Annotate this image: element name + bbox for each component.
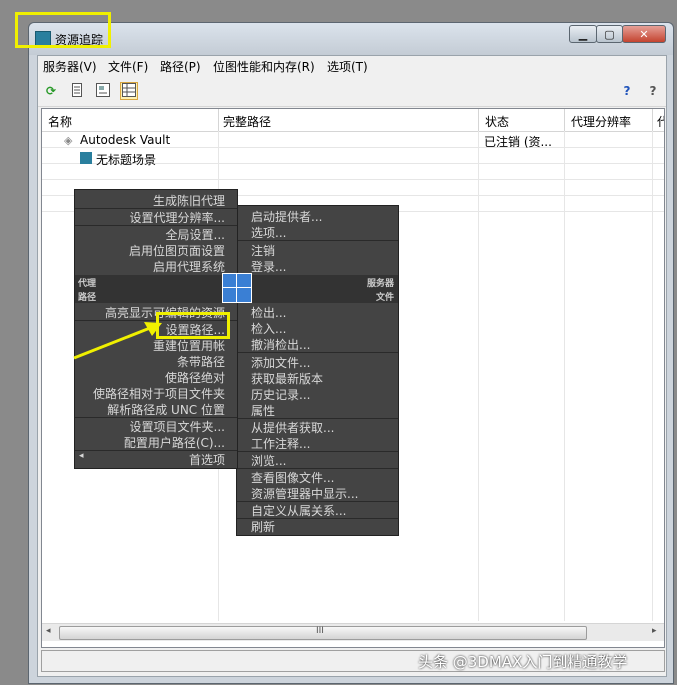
table-row[interactable]: 无标题场景 [80, 151, 664, 167]
menu-item-generate-stale-proxies[interactable]: 生成陈旧代理 [153, 192, 225, 209]
title-highlight-box [15, 12, 111, 48]
annotation-arrow-icon [73, 322, 162, 360]
scroll-grip: III [316, 626, 324, 636]
minimize-button[interactable]: ▁ [569, 25, 597, 43]
watermark: 头条 @3DMAX入门到精通教学 [418, 653, 628, 671]
menu-item-make-path-relative[interactable]: 使路径相对于项目文件夹 [93, 385, 225, 402]
menu-item-checkout[interactable]: 检出... [251, 304, 286, 321]
menu-item-get-from-provider[interactable]: 从提供者获取... [251, 419, 334, 436]
quad-menu-file: 启动提供者... 选项... 注销 登录... 服务器 文件 检出... 检入.… [236, 205, 399, 536]
menu-item-add-files[interactable]: 添加文件... [251, 354, 310, 371]
menu-item-work-comment[interactable]: 工作注释... [251, 435, 310, 452]
table-row[interactable]: ◈ Autodesk Vault 已注销 (资... [64, 133, 664, 149]
submenu-arrow-icon: ◂ [79, 451, 84, 461]
menu-item-make-path-absolute[interactable]: 使路径绝对 [165, 369, 225, 386]
close-button[interactable]: ✕ [622, 25, 666, 43]
column-name[interactable]: 名称 [48, 113, 72, 130]
grid-line [42, 179, 664, 180]
list-view-icon[interactable] [68, 82, 86, 100]
vault-icon: ◈ [64, 134, 73, 147]
scroll-thumb[interactable]: III [59, 626, 587, 640]
menu-item-launch-provider[interactable]: 启动提供者... [251, 208, 322, 225]
scroll-right-icon[interactable]: ▸ [652, 626, 657, 636]
column-proxy-resolution[interactable]: 代理分辨率 [571, 113, 631, 130]
column-divider[interactable] [478, 109, 479, 131]
menu-item-get-latest[interactable]: 获取最新版本 [251, 370, 323, 387]
column-divider[interactable] [652, 109, 653, 131]
refresh-icon[interactable]: ⟳ [42, 82, 60, 100]
title-bar[interactable]: 资源追踪 ▁ ▢ ✕ [15, 12, 673, 55]
help-icon[interactable]: ? [618, 82, 636, 100]
menu-item-login[interactable]: 登录... [251, 258, 286, 275]
menu-item-enable-bitmap-paging[interactable]: 启用位图页面设置 [129, 242, 225, 259]
menu-item-browse[interactable]: 浏览... [251, 452, 286, 469]
menu-item-history[interactable]: 历史记录... [251, 386, 310, 403]
menu-item-configure-user-paths[interactable]: 配置用户路径(C)... [124, 434, 225, 451]
menu-bitmap-performance[interactable]: 位图性能和内存(R) [210, 58, 318, 75]
menu-item-show-in-explorer[interactable]: 资源管理器中显示... [251, 485, 358, 502]
menu-item-logout[interactable]: 注销 [251, 242, 275, 259]
menu-path[interactable]: 路径(P) [157, 58, 204, 75]
column-divider[interactable] [564, 109, 565, 131]
row-name: 无标题场景 [96, 153, 157, 167]
menu-separator [237, 352, 398, 353]
section-header-server: 服务器 [237, 275, 398, 289]
menu-file[interactable]: 文件(F) [105, 58, 151, 75]
menu-item-undo-checkout[interactable]: 撤消检出... [251, 336, 310, 353]
section-header-path: 路径 [75, 289, 237, 303]
menu-item-checkin[interactable]: 检入... [251, 320, 286, 337]
menu-item-set-proxy-resolution[interactable]: 设置代理分辨率... [130, 209, 225, 226]
menu-item-resolve-unc[interactable]: 解析路径成 UNC 位置 [107, 401, 225, 418]
grid-line [478, 131, 479, 621]
column-full-path[interactable]: 完整路径 [223, 113, 271, 130]
menu-item-options[interactable]: 选项... [251, 224, 286, 241]
table-view-icon[interactable] [120, 82, 138, 100]
menu-item-strip-path[interactable]: 条带路径 [177, 353, 225, 370]
menu-separator [237, 240, 398, 241]
scroll-left-icon[interactable]: ◂ [46, 626, 51, 636]
grid-line [652, 131, 653, 621]
column-divider[interactable] [218, 109, 219, 131]
horizontal-scrollbar[interactable]: ◂ III ▸ [42, 623, 664, 641]
thumbnail-view-icon[interactable] [94, 82, 112, 100]
scene-icon [80, 152, 92, 164]
column-truncated[interactable]: 代 [657, 113, 664, 130]
table-header: 名称 完整路径 状态 代理分辨率 代 [42, 109, 664, 132]
menu-item-set-project-folder[interactable]: 设置项目文件夹... [130, 418, 225, 435]
section-header-proxy: 代理 [75, 275, 237, 289]
context-help-icon[interactable]: ? [644, 82, 662, 100]
menu-options[interactable]: 选项(T) [324, 58, 371, 75]
menu-item-properties[interactable]: 属性 [251, 402, 275, 419]
menu-server[interactable]: 服务器(V) [40, 58, 100, 75]
quad-center-indicator [222, 273, 252, 303]
menu-bar: 服务器(V) 文件(F) 路径(P) 位图性能和内存(R) 选项(T) [38, 56, 666, 76]
menu-item-enable-proxy-system[interactable]: 启用代理系统 [153, 258, 225, 275]
menu-item-refresh[interactable]: 刷新 [251, 518, 275, 535]
section-header-file: 文件 [237, 289, 398, 303]
menu-item-preferences[interactable]: 首选项 [189, 451, 225, 468]
row-status: 已注销 (资... [484, 135, 552, 149]
column-status[interactable]: 状态 [485, 113, 509, 130]
row-name: Autodesk Vault [80, 133, 171, 147]
menu-item-view-image[interactable]: 查看图像文件... [251, 469, 334, 486]
maximize-button[interactable]: ▢ [596, 25, 623, 43]
toolbar: ⟳ ? ? [38, 76, 666, 107]
grid-line [564, 131, 565, 621]
menu-item-global-settings[interactable]: 全局设置... [166, 226, 225, 243]
menu-item-custom-dependency[interactable]: 自定义从属关系... [251, 502, 346, 519]
